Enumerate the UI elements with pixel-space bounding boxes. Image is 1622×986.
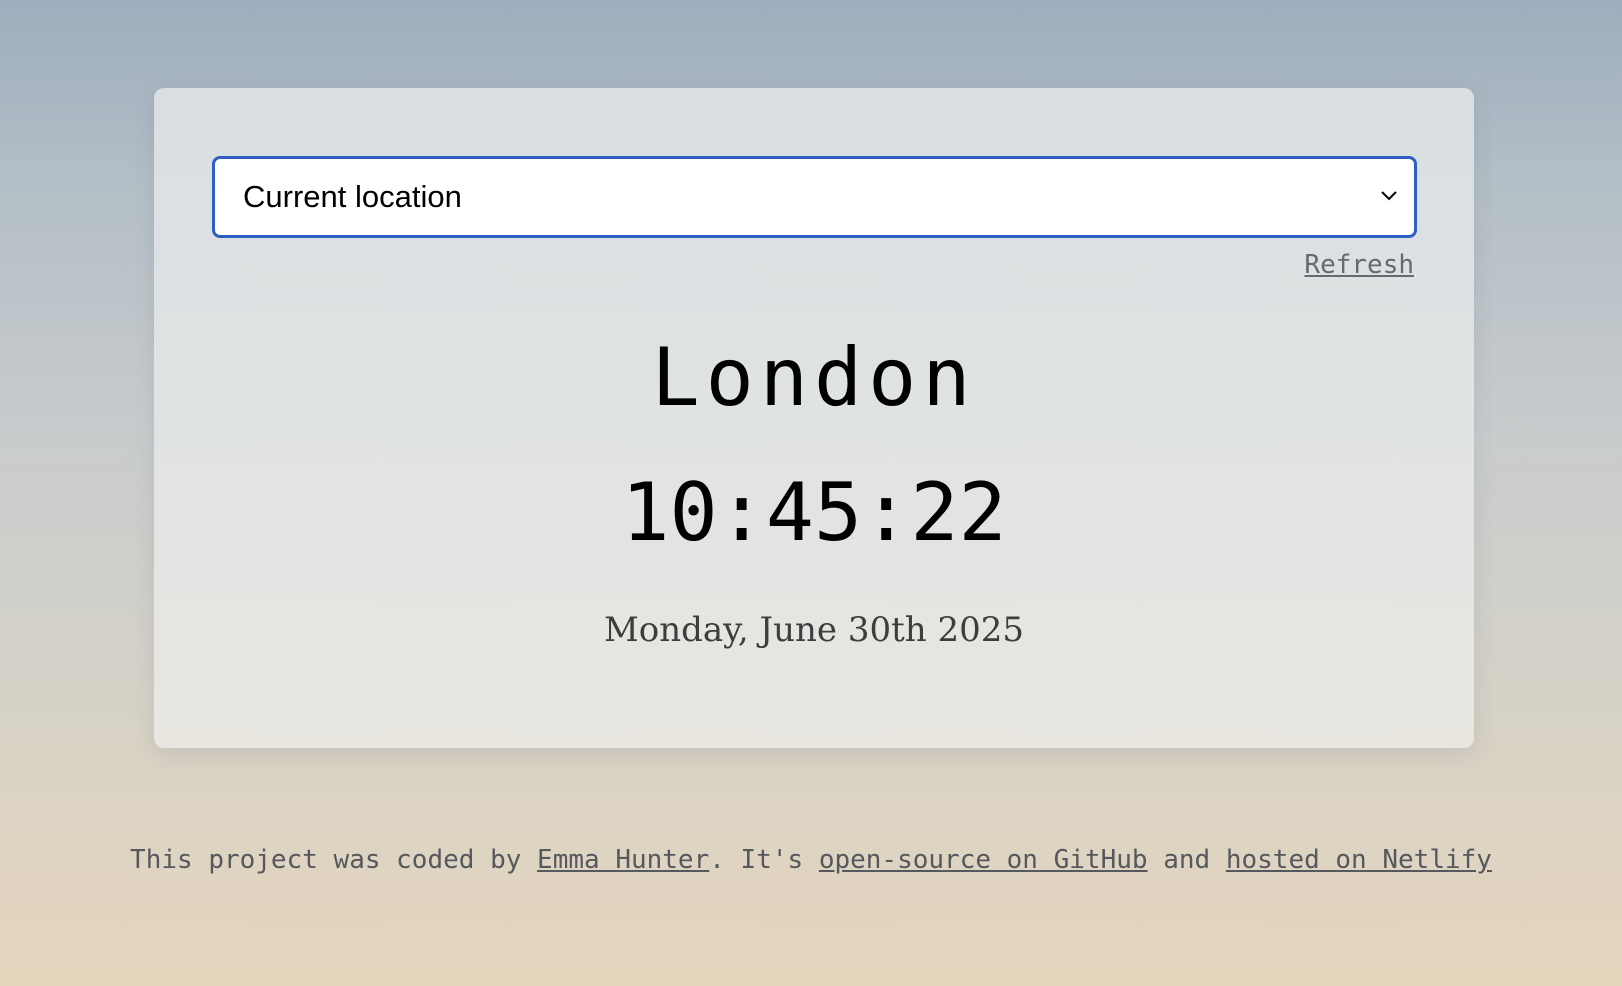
author-link[interactable]: Emma Hunter: [537, 845, 709, 875]
location-select[interactable]: Current location: [212, 156, 1417, 238]
time-display: 10:45:22: [621, 466, 1007, 559]
footer-text-and: and: [1147, 845, 1226, 875]
footer-text-middle: . It's: [709, 845, 819, 875]
date-display: Monday, June 30th 2025: [603, 610, 1025, 650]
footer-text-before: This project was coded by: [130, 845, 538, 875]
location-select-value: Current location: [243, 179, 462, 214]
city-name: London: [651, 331, 977, 424]
refresh-link[interactable]: Refresh: [1304, 250, 1414, 280]
footer: This project was coded by Emma Hunter. I…: [0, 845, 1622, 875]
github-link[interactable]: open-source on GitHub: [819, 845, 1148, 875]
netlify-link[interactable]: hosted on Netlify: [1226, 845, 1492, 875]
clock-card: Current location Refresh London 10:45:22…: [154, 88, 1474, 748]
chevron-down-icon: [1381, 191, 1397, 201]
